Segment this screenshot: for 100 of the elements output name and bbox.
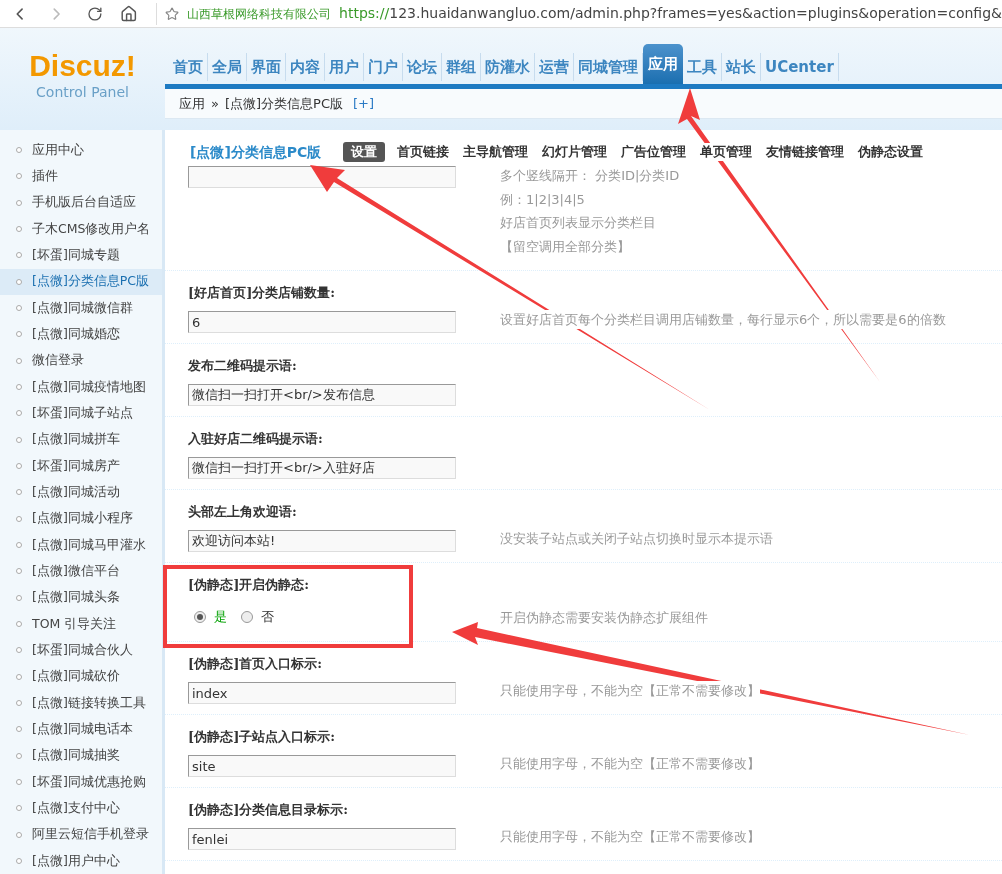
logo-wordmark: Discuz! [29,50,136,82]
sidebar-item[interactable]: [点微]用户中心 [0,847,162,874]
bullet-icon [16,436,22,443]
bullet-icon [16,252,22,259]
sidebar-item[interactable]: [点微]同城抽奖 [0,742,162,769]
sidebar-item[interactable]: [点微]同城马甲灌水 [0,531,162,559]
breadcrumb-link[interactable]: 应用 [179,93,205,114]
input-field[interactable]: 6 [188,311,456,333]
setting-hint: 只能使用字母，不能为空【正常不需要修改】 [500,680,760,700]
nav-tab[interactable]: 防灌水 [481,53,535,81]
sidebar-item[interactable]: [点微]支付中心 [0,795,162,822]
sidebar-item[interactable]: [点微]链接转换工具 [0,689,162,717]
bullet-icon [16,515,22,522]
plugin-tab[interactable]: 广告位管理 [619,142,689,162]
plugin-tab[interactable]: 主导航管理 [461,142,531,162]
sidebar-item[interactable]: [点微]同城电话本 [0,716,162,743]
input-field[interactable]: 欢迎访问本站! [188,530,456,552]
input-field[interactable]: site [188,755,456,777]
bullet-icon [16,805,22,812]
bullet-icon [16,278,22,285]
bullet-icon [16,305,22,312]
input-field[interactable]: 微信扫一扫打开<br/>发布信息 [188,384,456,406]
nav-tab[interactable]: 用户 [325,53,364,81]
sidebar-item[interactable]: [点微]同城拼车 [0,426,162,453]
plugin-tab[interactable]: 首页链接 [395,142,452,162]
nav-tab[interactable]: 运营 [535,53,574,81]
nav-tab[interactable]: 全局 [208,53,247,81]
bullet-icon [16,673,22,680]
bullet-icon [16,410,22,417]
bullet-icon [16,226,22,233]
sidebar-item[interactable]: [点微]分类信息PC版 [0,268,162,295]
sidebar-item[interactable]: [点微]同城头条 [0,584,162,611]
nav-tab[interactable]: 应用 [643,44,683,84]
sidebar-item[interactable]: [点微]同城活动 [0,479,162,506]
bullet-icon [16,173,22,180]
bullet-icon [16,647,22,654]
plugin-tab[interactable]: 单页管理 [698,142,755,162]
input-field[interactable]: 微信扫一扫打开<br/>入驻好店 [188,457,456,479]
sidebar-item[interactable]: 插件 [0,163,162,190]
sidebar-item[interactable]: [坏蛋]同城子站点 [0,400,162,427]
bullet-icon [16,779,22,786]
input-field[interactable] [188,166,456,188]
setting-label: 头部左上角欢迎语: [188,503,298,522]
bullet-icon [16,199,22,206]
sidebar-item[interactable]: 阿里云短信手机登录 [0,821,162,848]
sidebar-item[interactable]: 子木CMS修改用户名 [0,216,162,243]
sidebar-item[interactable]: 手机版后台自适应 [0,189,162,216]
sidebar-item[interactable]: TOM 引导关注 [0,610,162,638]
home-icon[interactable] [120,3,138,24]
bullet-icon [16,542,22,549]
bullet-icon [16,858,22,864]
nav-tab[interactable]: 界面 [247,53,286,81]
sidebar-item[interactable]: [坏蛋]同城专题 [0,242,162,269]
address-bar[interactable]: 山西草根网络科技有限公司 https://123.huaidanwangluo.com/admin.php?frames=yes&action=plugins&operation=config& [187,3,1002,24]
bullet-icon [16,621,22,628]
bullet-icon [16,568,22,575]
logo-subtitle: Control Panel [36,83,129,102]
nav-tab[interactable]: 站长 [722,53,761,81]
radio-label: 否 [261,608,274,627]
plugin-tab[interactable]: 设置 [343,142,386,162]
plugin-title: [点微]分类信息PC版 [190,142,322,162]
setting-label: [伪静态]开启伪静态: [188,576,311,595]
nav-tab[interactable]: 门户 [364,53,403,81]
input-field[interactable]: index [188,682,456,704]
nav-tab[interactable]: 论坛 [403,53,442,81]
nav-tab[interactable]: 内容 [286,53,325,81]
bullet-icon [16,331,22,338]
sidebar-item[interactable]: [坏蛋]同城房产 [0,452,162,480]
bullet-icon [16,384,22,391]
sidebar-item[interactable]: [点微]同城小程序 [0,505,162,532]
setting-label: 发布二维码提示语: [188,357,298,376]
breadcrumb-separator: » [211,94,219,113]
bullet-icon [16,752,22,759]
sidebar-item[interactable]: [点微]同城砍价 [0,663,162,690]
nav-tab[interactable]: 首页 [169,53,208,81]
setting-hint: 多个竖线隔开： 分类ID|分类ID [500,166,680,186]
radio-button[interactable] [194,611,206,623]
input-field[interactable]: fenlei [188,828,456,850]
nav-tab[interactable]: 工具 [683,53,722,81]
breadcrumb-current: [点微]分类信息PC版 [224,94,344,113]
reload-icon[interactable] [86,4,103,23]
bullet-icon [16,357,22,364]
radio-label: 是 [214,608,227,627]
bullet-icon [16,831,22,838]
sidebar-item[interactable]: [坏蛋]同城优惠抢购 [0,768,162,796]
sidebar-item[interactable]: [点微]同城婚恋 [0,321,162,348]
add-shortcut-link[interactable]: [+] [353,93,375,114]
sidebar-item[interactable]: [点微]同城疫情地图 [0,373,162,401]
sidebar-item[interactable]: [点微]同城微信群 [0,294,162,322]
sidebar-item[interactable]: [点微]微信平台 [0,558,162,585]
sidebar-item[interactable]: 微信登录 [0,347,162,374]
setting-hint: 设置好店首页每个分类栏目调用店铺数量，每行显示6个，所以需要是6的倍数 [500,309,946,329]
radio-button[interactable] [241,611,253,623]
nav-tab[interactable]: 群组 [442,53,481,81]
bookmark-star-icon[interactable] [165,5,180,22]
sidebar-item[interactable]: [坏蛋]同城合伙人 [0,637,162,664]
bullet-icon [16,700,22,707]
sidebar-item[interactable]: 应用中心 [0,137,162,164]
setting-label: 入驻好店二维码提示语: [188,430,324,449]
nav-tab[interactable]: UCenter [761,53,839,81]
